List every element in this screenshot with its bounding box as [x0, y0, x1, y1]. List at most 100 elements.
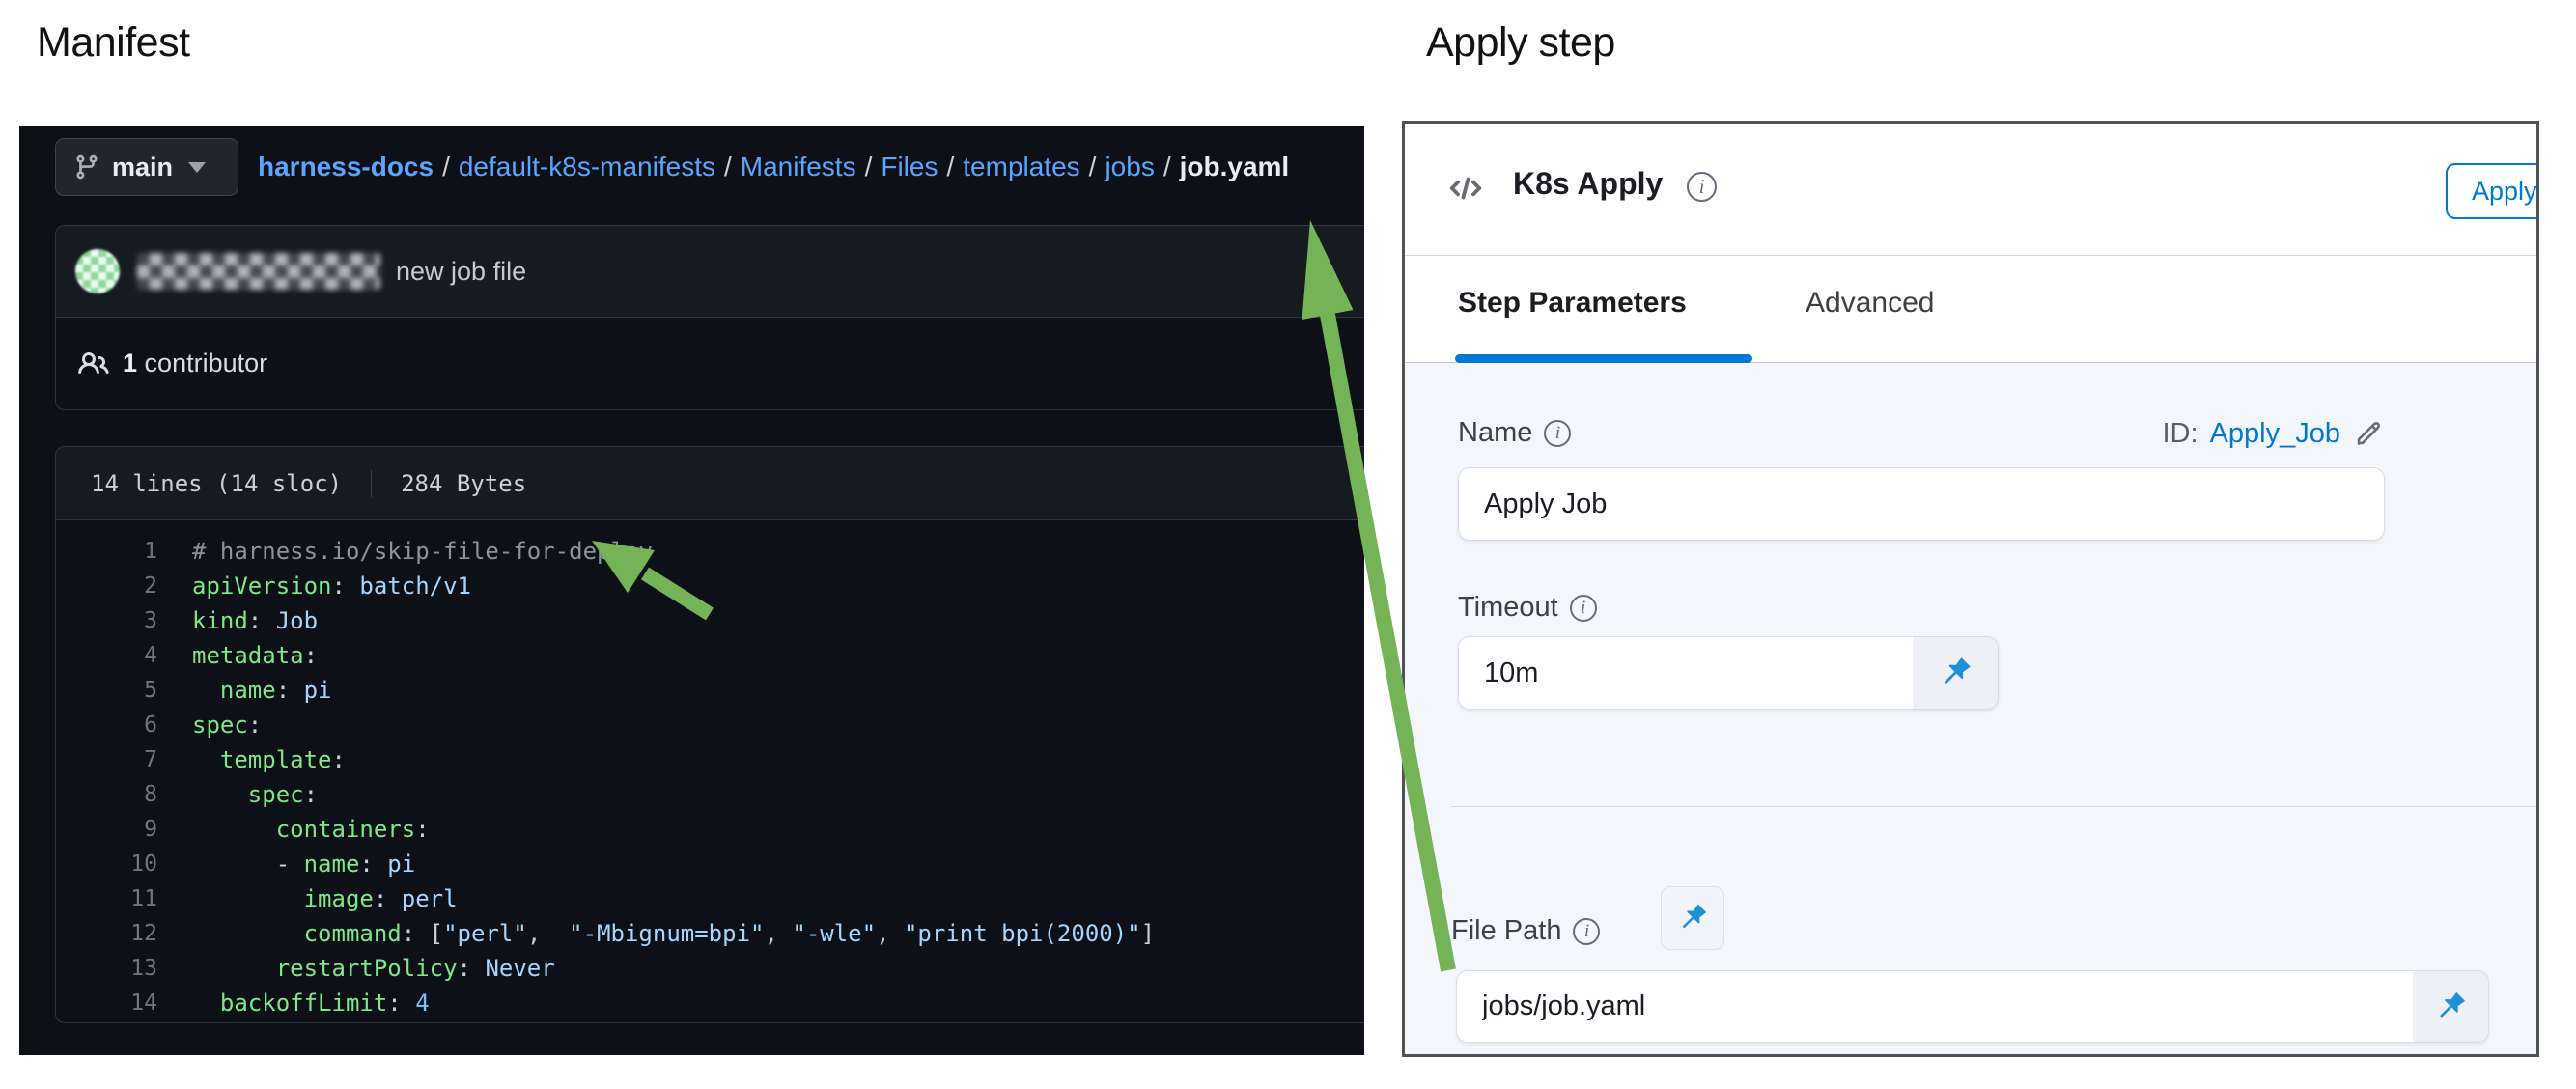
line-number[interactable]: 8 — [56, 777, 157, 812]
file-path-field-label: File Path i — [1451, 915, 1600, 947]
line-number[interactable]: 12 — [56, 916, 157, 951]
info-icon[interactable]: i — [1570, 595, 1597, 622]
code-line: 12 command: ["perl", "-Mbignum=bpi", "-w… — [56, 916, 1364, 951]
step-tabs: Step Parameters Advanced — [1405, 256, 2536, 363]
active-tab-underline — [1455, 354, 1752, 363]
contributors-row[interactable]: 1 contributor — [56, 318, 1364, 409]
code-line: 13 restartPolicy: Never — [56, 951, 1364, 986]
timeout-input-group — [1458, 636, 1999, 710]
commit-message[interactable]: new job file — [396, 257, 526, 287]
code-text: metadata: — [157, 638, 318, 673]
breadcrumb-link[interactable]: default-k8s-manifests — [459, 152, 715, 182]
info-icon[interactable]: i — [1573, 918, 1600, 945]
code-text: spec: — [157, 708, 262, 742]
branch-selector-button[interactable]: main — [55, 138, 238, 196]
code-text: restartPolicy: Never — [157, 951, 555, 986]
code-line: 9 containers: — [56, 812, 1364, 847]
code-block: 1# harness.io/skip-file-for-deploy2apiVe… — [56, 520, 1364, 1020]
code-text: kind: Job — [157, 603, 318, 638]
breadcrumb-link[interactable]: Manifests — [741, 152, 856, 182]
step-parameters-form: Name i ID: Apply_Job Timeout i File Path… — [1405, 363, 2536, 1054]
code-icon — [1447, 170, 1484, 211]
tab-advanced[interactable]: Advanced — [1806, 287, 1934, 320]
code-text: name: pi — [157, 673, 332, 708]
code-text: image: perl — [157, 881, 458, 916]
line-number[interactable]: 9 — [56, 812, 157, 847]
breadcrumb-link[interactable]: jobs — [1105, 152, 1154, 182]
code-line: 7 template: — [56, 742, 1364, 777]
avatar[interactable] — [75, 249, 120, 293]
pin-icon[interactable] — [2413, 971, 2488, 1042]
code-line: 8 spec: — [56, 777, 1364, 812]
step-header: K8s Apply i Apply — [1405, 124, 2536, 256]
code-line: 10 - name: pi — [56, 847, 1364, 881]
line-number[interactable]: 10 — [56, 847, 157, 881]
pin-icon[interactable] — [1661, 886, 1724, 950]
code-line: 14 backoffLimit: 4 — [56, 986, 1364, 1020]
breadcrumb-current-file: job.yaml — [1180, 152, 1290, 182]
breadcrumb-link[interactable]: templates — [963, 152, 1079, 182]
pencil-icon[interactable] — [2352, 417, 2385, 450]
line-number[interactable]: 2 — [56, 569, 157, 603]
git-branch-icon — [73, 154, 100, 181]
breadcrumb-separator: / — [715, 152, 741, 182]
id-label: ID: — [2163, 418, 2198, 450]
file-size: 284 Bytes — [371, 470, 526, 497]
code-line: 3kind: Job — [56, 603, 1364, 638]
k8s-apply-step-panel: K8s Apply i Apply Step Parameters Advanc… — [1402, 121, 2539, 1057]
section-divider — [1451, 806, 2536, 807]
branch-name: main — [112, 153, 173, 182]
code-text: - name: pi — [157, 847, 415, 881]
file-path-input[interactable] — [1457, 971, 2413, 1042]
file-path-input-group — [1456, 970, 2489, 1043]
timeout-input[interactable] — [1459, 637, 1913, 709]
code-line: 11 image: perl — [56, 881, 1364, 916]
contributor-count: 1 — [123, 349, 137, 377]
code-line: 4metadata: — [56, 638, 1364, 673]
line-number[interactable]: 6 — [56, 708, 157, 742]
apply-changes-button[interactable]: Apply — [2446, 163, 2539, 219]
line-number[interactable]: 14 — [56, 986, 157, 1020]
code-text: command: ["perl", "-Mbignum=bpi", "-wle"… — [157, 916, 1155, 951]
breadcrumb-separator: / — [1080, 152, 1106, 182]
breadcrumb-separator: / — [938, 152, 963, 182]
line-number[interactable]: 3 — [56, 603, 157, 638]
breadcrumb-link[interactable]: Files — [881, 152, 938, 182]
github-file-viewer: main harness-docs/default-k8s-manifests/… — [19, 126, 1364, 1055]
code-line: 6spec: — [56, 708, 1364, 742]
line-number[interactable]: 13 — [56, 951, 157, 986]
manifest-section-title: Manifest — [37, 19, 190, 67]
step-id-link[interactable]: Apply_Job — [2210, 418, 2340, 450]
pin-icon[interactable] — [1913, 637, 1998, 709]
chevron-down-icon — [188, 162, 206, 173]
line-number[interactable]: 4 — [56, 638, 157, 673]
redacted-username — [137, 253, 380, 290]
name-field-label: Name i — [1458, 417, 1571, 449]
line-number[interactable]: 11 — [56, 881, 157, 916]
tab-step-parameters[interactable]: Step Parameters — [1458, 287, 1687, 320]
latest-commit-box: new job file 1 contributor — [55, 225, 1364, 410]
code-line: 5 name: pi — [56, 673, 1364, 708]
commit-row: new job file — [56, 226, 1364, 318]
info-icon[interactable]: i — [1687, 172, 1717, 202]
code-text: spec: — [157, 777, 318, 812]
file-line-stats: 14 lines (14 sloc) — [91, 470, 342, 497]
code-line: 1# harness.io/skip-file-for-deploy — [56, 534, 1364, 569]
info-icon[interactable]: i — [1544, 420, 1571, 447]
name-input[interactable] — [1458, 467, 2385, 541]
step-id-row: ID: Apply_Job — [2163, 417, 2386, 450]
breadcrumb-separator: / — [434, 152, 459, 182]
line-number[interactable]: 1 — [56, 534, 157, 569]
timeout-field-label: Timeout i — [1458, 592, 1597, 624]
code-text: containers: — [157, 812, 430, 847]
contributor-label: contributor — [145, 349, 268, 377]
breadcrumb-separator: / — [856, 152, 882, 182]
breadcrumb-link[interactable]: harness-docs — [258, 152, 434, 182]
code-text: # harness.io/skip-file-for-deploy — [157, 534, 653, 569]
line-number[interactable]: 7 — [56, 742, 157, 777]
line-number[interactable]: 5 — [56, 673, 157, 708]
file-content-card: 14 lines (14 sloc) 284 Bytes 1# harness.… — [55, 446, 1364, 1023]
code-text: backoffLimit: 4 — [157, 986, 430, 1020]
breadcrumb-separator: / — [1155, 152, 1180, 182]
breadcrumb: harness-docs/default-k8s-manifests/Manif… — [258, 152, 1289, 182]
